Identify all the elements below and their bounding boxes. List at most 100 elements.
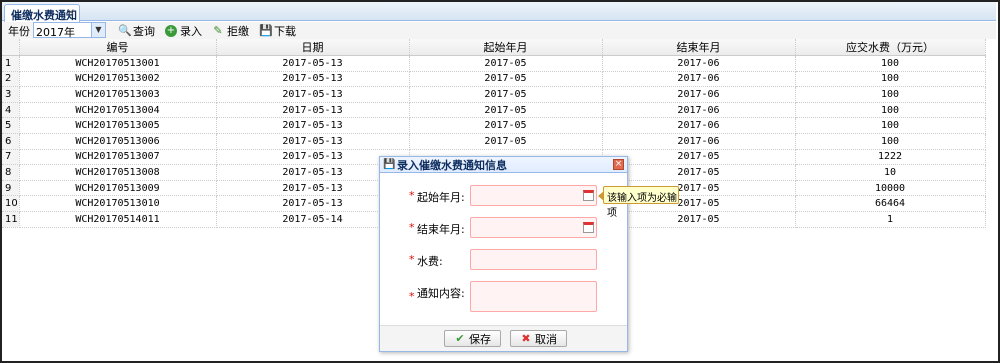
table-cell-fee: 100 [795, 86, 986, 103]
column-header-fee[interactable]: 应交水费（万元） [795, 39, 986, 56]
start-month-label: 起始年月: [417, 191, 465, 204]
check-icon: ✔ [455, 331, 465, 345]
table-cell-fee: 10 [795, 164, 986, 181]
table-cell-fee: 100 [795, 55, 986, 72]
reject-label: 拒缴 [227, 24, 249, 38]
pencil-icon: ✎ [213, 23, 223, 37]
table-cell-fee: 1 [795, 211, 986, 228]
table-cell-end: 2017-06 [602, 71, 796, 88]
table-cell-start: 2017-05 [409, 71, 603, 88]
table-cell-n: 1 [2, 55, 20, 72]
table-cell-id: WCH20170513010 [19, 195, 217, 212]
table-cell-end: 2017-05 [602, 149, 796, 166]
content-textarea[interactable] [470, 281, 597, 312]
table-cell-n: 2 [2, 71, 20, 88]
table-row[interactable]: 4 WCH20170513004 2017-05-13 2017-05 2017-06 1… [2, 102, 986, 119]
download-label: 下载 [274, 24, 296, 38]
table-cell-n: 6 [2, 133, 20, 150]
table-cell-n: 10 [2, 195, 20, 212]
start-month-input[interactable] [470, 185, 597, 206]
calendar-icon[interactable] [583, 190, 594, 201]
table-cell-end: 2017-06 [602, 117, 796, 134]
table-cell-n: 3 [2, 86, 20, 103]
table-cell-date: 2017-05-13 [216, 55, 410, 72]
column-header-start[interactable]: 起始年月 [409, 39, 603, 56]
table-cell-n: 8 [2, 164, 20, 181]
save-label: 保存 [469, 332, 491, 346]
search-icon: 🔍 [118, 23, 132, 37]
table-cell-fee: 10000 [795, 180, 986, 197]
table-cell-date: 2017-05-13 [216, 133, 410, 150]
row-number-header [2, 39, 20, 56]
column-header-date[interactable]: 日期 [216, 39, 410, 56]
table-cell-fee: 100 [795, 117, 986, 134]
table-cell-start: 2017-05 [409, 102, 603, 119]
table-cell-id: WCH20170513002 [19, 71, 217, 88]
table-row[interactable]: 1 WCH20170513001 2017-05-13 2017-05 2017-06 1… [2, 55, 986, 72]
fee-input[interactable] [470, 249, 597, 270]
toolbar: 年份 2017年 ▼ 🔍 查询 + 录入 ✎ 拒缴 💾 下载 [2, 22, 996, 39]
table-row[interactable]: 3 WCH20170513003 2017-05-13 2017-05 2017-06 1… [2, 86, 986, 103]
table-cell-fee: 66464 [795, 195, 986, 212]
table-cell-date: 2017-05-13 [216, 86, 410, 103]
table-cell-end: 2017-05 [602, 164, 796, 181]
table-cell-n: 4 [2, 102, 20, 119]
required-mark: * [409, 253, 415, 266]
dialog-title: 录入催缴水费通知信息 [397, 159, 507, 172]
add-button[interactable]: + 录入 [165, 23, 202, 38]
required-mark: * [409, 189, 415, 202]
table-row[interactable]: 5 WCH20170513005 2017-05-13 2017-05 2017-06 1… [2, 117, 986, 134]
table-cell-start: 2017-05 [409, 55, 603, 72]
year-select[interactable]: 2017年 ▼ [33, 22, 106, 39]
table-header: 编号 日期 起始年月 结束年月 应交水费（万元） [2, 39, 986, 56]
chevron-down-icon[interactable]: ▼ [91, 23, 105, 37]
table-cell-date: 2017-05-13 [216, 102, 410, 119]
dialog-footer: ✔ 保存 ✖ 取消 [380, 325, 627, 351]
calendar-icon[interactable] [583, 222, 594, 233]
add-icon: + [165, 24, 177, 37]
cancel-button[interactable]: ✖ 取消 [510, 330, 567, 347]
content-label: 通知内容: [417, 287, 465, 300]
required-mark: * [409, 290, 415, 303]
tab-close-icon[interactable]: × [67, 7, 75, 18]
save-disk-icon: 💾 [259, 23, 273, 37]
end-month-input[interactable] [470, 217, 597, 238]
download-button[interactable]: 💾 下载 [259, 23, 296, 38]
table-cell-start: 2017-05 [409, 117, 603, 134]
table-cell-id: WCH20170513005 [19, 117, 217, 134]
table-cell-fee: 100 [795, 71, 986, 88]
query-button[interactable]: 🔍 查询 [118, 23, 155, 38]
save-button[interactable]: ✔ 保存 [444, 330, 501, 347]
table-cell-n: 5 [2, 117, 20, 134]
table-row[interactable]: 6 WCH20170513006 2017-05-13 2017-05 2017-06 1… [2, 133, 986, 150]
end-month-label: 结束年月: [417, 223, 465, 236]
table-row[interactable]: 2 WCH20170513002 2017-05-13 2017-05 2017-06 1… [2, 71, 986, 88]
table-cell-id: WCH20170513006 [19, 133, 217, 150]
query-label: 查询 [133, 24, 155, 38]
table-cell-n: 7 [2, 149, 20, 166]
add-notice-dialog: 💾 录入催缴水费通知信息 × * 起始年月: * 结束年月: * 水费: * 通… [379, 156, 628, 352]
reject-button[interactable]: ✎ 拒缴 [212, 23, 249, 38]
tab-bar: 催缴水费通知 × [2, 2, 996, 22]
add-label: 录入 [180, 24, 202, 38]
cancel-icon: ✖ [521, 331, 531, 345]
column-header-end[interactable]: 结束年月 [602, 39, 796, 56]
table-cell-date: 2017-05-13 [216, 117, 410, 134]
cancel-label: 取消 [535, 332, 557, 346]
table-cell-id: WCH20170513003 [19, 86, 217, 103]
year-select-value: 2017年 [36, 26, 75, 39]
column-header-id[interactable]: 编号 [19, 39, 217, 56]
table-cell-end: 2017-06 [602, 86, 796, 103]
table-cell-id: WCH20170513009 [19, 180, 217, 197]
required-mark: * [409, 221, 415, 234]
table-cell-n: 11 [2, 211, 20, 228]
table-cell-end: 2017-06 [602, 133, 796, 150]
table-cell-id: WCH20170513001 [19, 55, 217, 72]
dialog-header: 💾 录入催缴水费通知信息 [380, 157, 627, 173]
save-disk-icon: 💾 [383, 159, 396, 170]
table-cell-n: 9 [2, 180, 20, 197]
close-icon[interactable]: × [613, 159, 624, 170]
tab-urge-water-fee[interactable]: 催缴水费通知 × [4, 4, 80, 22]
table-cell-fee: 100 [795, 133, 986, 150]
table-cell-id: WCH20170513008 [19, 164, 217, 181]
